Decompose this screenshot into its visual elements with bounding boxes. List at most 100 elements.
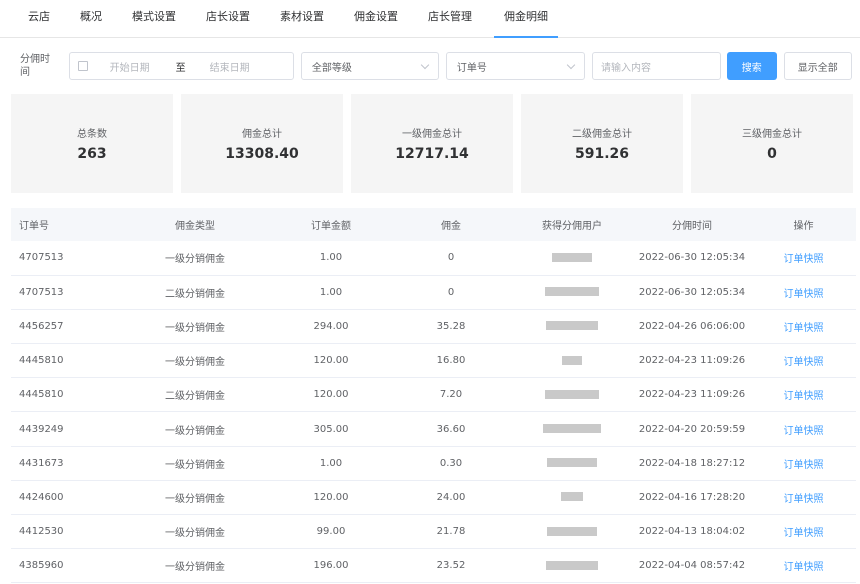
order-snapshot-link[interactable]: 订单快照 bbox=[784, 426, 824, 437]
cell-type: 一级分销佣金 bbox=[165, 528, 225, 540]
col-header-user: 获得分佣用户 bbox=[542, 221, 602, 232]
cell-action: 订单快照 bbox=[751, 241, 856, 275]
cell-order: 4707513 bbox=[19, 286, 64, 298]
col-header-time: 分佣时间 bbox=[672, 221, 712, 232]
cell-user bbox=[511, 344, 633, 378]
search-input[interactable]: 请输入内容 bbox=[591, 52, 721, 80]
table-row: 4439249 一级分销佣金 305.00 36.60 2022-04-20 2… bbox=[11, 412, 856, 447]
level-select[interactable]: 全部等级 bbox=[300, 52, 439, 80]
cell-user bbox=[511, 241, 633, 275]
range-separator: 至 bbox=[175, 62, 186, 74]
cell-time: 2022-04-18 18:27:12 bbox=[638, 457, 746, 469]
level-select-value: 全部等级 bbox=[311, 62, 352, 74]
cell-user bbox=[511, 549, 633, 583]
tab-overview[interactable]: 概况 bbox=[60, 0, 112, 38]
cell-user bbox=[511, 378, 633, 412]
cell-commission: 16.80 bbox=[436, 355, 466, 367]
col-header-commission: 佣金 bbox=[441, 221, 461, 232]
cell-user bbox=[511, 309, 633, 343]
table-row: 4445810 二级分销佣金 120.00 7.20 2022-04-23 11… bbox=[11, 378, 856, 412]
order-snapshot-link[interactable]: 订单快照 bbox=[784, 528, 824, 539]
redacted-user bbox=[546, 321, 598, 331]
cell-action: 订单快照 bbox=[751, 412, 856, 446]
top-nav: 云店 概况 模式设置 店长设置 素材设置 佣金设置 店长管理 佣金明细 bbox=[0, 0, 860, 38]
cell-order: 4445810 bbox=[19, 389, 64, 401]
cell-action: 订单快照 bbox=[751, 275, 856, 309]
stat-level3-total: 三级佣金总计 0 bbox=[691, 94, 853, 193]
redacted-user bbox=[543, 424, 601, 434]
order-snapshot-link[interactable]: 订单快照 bbox=[784, 289, 824, 300]
table-row: 4424600 一级分销佣金 120.00 24.00 2022-04-16 1… bbox=[11, 480, 856, 515]
cell-time: 2022-04-16 17:28:20 bbox=[638, 491, 746, 503]
order-snapshot-link[interactable]: 订单快照 bbox=[784, 254, 824, 265]
show-all-button[interactable]: 显示全部 bbox=[783, 52, 853, 80]
table-row: 4456257 一级分销佣金 294.00 35.28 2022-04-26 0… bbox=[11, 309, 856, 344]
cell-amount: 196.00 bbox=[313, 560, 349, 572]
start-date-input[interactable]: 开始日期 bbox=[110, 59, 176, 74]
tab-material-settings[interactable]: 素材设置 bbox=[260, 0, 334, 38]
cell-commission: 36.60 bbox=[436, 423, 466, 435]
cell-order: 4456257 bbox=[19, 320, 64, 332]
cell-commission: 24.00 bbox=[436, 491, 466, 503]
cell-commission: 0 bbox=[447, 286, 455, 298]
commission-table: 订单号 佣金类型 订单金额 佣金 获得分佣用户 分佣时间 操作 4707513 … bbox=[11, 208, 856, 583]
stat-level1-total: 一级佣金总计 12717.14 bbox=[351, 94, 513, 193]
redacted-user bbox=[545, 389, 599, 399]
cell-amount: 1.00 bbox=[319, 252, 343, 264]
cell-order: 4431673 bbox=[19, 457, 64, 469]
tab-cloud-store[interactable]: 云店 bbox=[0, 0, 60, 38]
cell-user bbox=[511, 275, 633, 309]
tab-commission-details[interactable]: 佣金明细 bbox=[494, 0, 558, 38]
date-range-picker[interactable]: 开始日期 至 结束日期 bbox=[68, 52, 294, 80]
cell-order: 4412530 bbox=[19, 526, 64, 538]
cell-type: 二级分销佣金 bbox=[165, 288, 225, 300]
cell-type: 二级分销佣金 bbox=[165, 391, 225, 403]
cell-order: 4445810 bbox=[19, 355, 64, 367]
cell-action: 订单快照 bbox=[751, 344, 856, 378]
cell-amount: 1.00 bbox=[319, 286, 343, 298]
stat-label: 总条数 bbox=[77, 129, 107, 140]
order-snapshot-link[interactable]: 订单快照 bbox=[784, 562, 824, 573]
stat-value: 12717.14 bbox=[395, 146, 469, 162]
cell-order: 4385960 bbox=[19, 560, 64, 572]
cell-type: 一级分销佣金 bbox=[165, 254, 225, 266]
col-header-action: 操作 bbox=[793, 221, 814, 232]
tab-manager-management[interactable]: 店长管理 bbox=[408, 0, 482, 38]
filter-time-label: 分佣时间 bbox=[20, 54, 50, 78]
order-snapshot-link[interactable]: 订单快照 bbox=[784, 391, 824, 402]
chevron-down-icon bbox=[420, 60, 430, 69]
field-select[interactable]: 订单号 bbox=[445, 52, 585, 80]
order-snapshot-link[interactable]: 订单快照 bbox=[784, 494, 824, 505]
table-row: 4707513 二级分销佣金 1.00 0 2022-06-30 12:05:3… bbox=[11, 275, 856, 310]
stat-label: 佣金总计 bbox=[242, 129, 282, 140]
cell-action: 订单快照 bbox=[751, 378, 856, 412]
stat-commission-total: 佣金总计 13308.40 bbox=[181, 94, 343, 193]
redacted-user bbox=[547, 458, 597, 468]
cell-order: 4707513 bbox=[19, 252, 64, 264]
chevron-down-icon bbox=[566, 60, 576, 69]
end-date-input[interactable]: 结束日期 bbox=[210, 59, 276, 74]
cell-commission: 35.28 bbox=[436, 320, 466, 332]
order-snapshot-link[interactable]: 订单快照 bbox=[784, 323, 824, 334]
cell-time: 2022-04-13 18:04:02 bbox=[638, 526, 746, 538]
stat-label: 三级佣金总计 bbox=[742, 129, 802, 140]
order-snapshot-link[interactable]: 订单快照 bbox=[784, 357, 824, 368]
tab-commission-settings[interactable]: 佣金设置 bbox=[334, 0, 408, 38]
cell-time: 2022-04-26 06:06:00 bbox=[638, 320, 746, 332]
cell-commission: 0 bbox=[447, 252, 455, 264]
cell-action: 订单快照 bbox=[751, 446, 856, 480]
table-row: 4431673 一级分销佣金 1.00 0.30 2022-04-18 18:2… bbox=[11, 446, 856, 481]
search-button[interactable]: 搜索 bbox=[726, 52, 777, 80]
tab-manager-settings[interactable]: 店长设置 bbox=[186, 0, 260, 38]
tab-mode-settings[interactable]: 模式设置 bbox=[112, 0, 186, 38]
order-snapshot-link[interactable]: 订单快照 bbox=[784, 460, 824, 471]
cell-amount: 1.00 bbox=[319, 457, 343, 469]
cell-type: 一级分销佣金 bbox=[165, 425, 225, 437]
col-header-amount: 订单金额 bbox=[311, 221, 351, 232]
cell-time: 2022-06-30 12:05:34 bbox=[638, 286, 746, 298]
cell-order: 4424600 bbox=[19, 491, 64, 503]
cell-order: 4439249 bbox=[19, 423, 64, 435]
stat-value: 13308.40 bbox=[225, 146, 299, 162]
cell-action: 订单快照 bbox=[751, 515, 856, 549]
cell-amount: 99.00 bbox=[316, 526, 346, 538]
